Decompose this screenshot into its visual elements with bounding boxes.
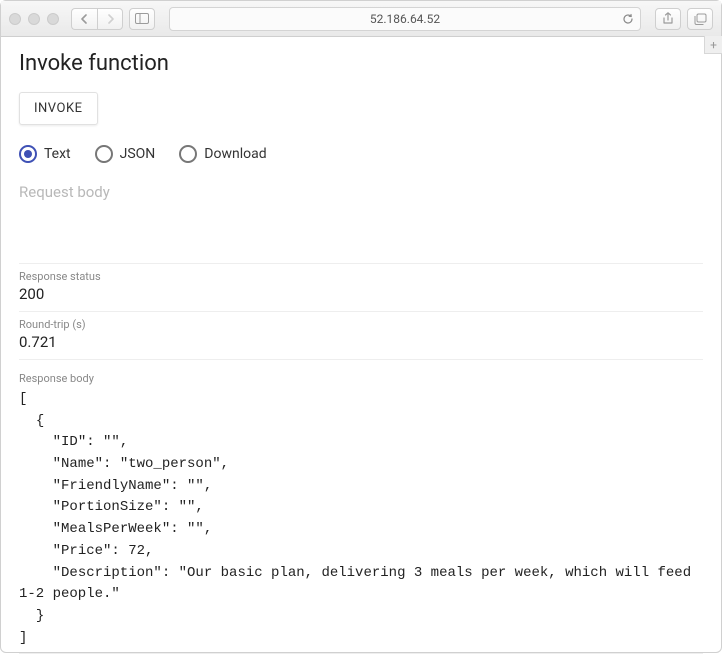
response-status-field: Response status 200 bbox=[19, 263, 703, 303]
response-body-label: Response body bbox=[19, 366, 703, 385]
radio-label: Text bbox=[44, 146, 71, 162]
radio-icon bbox=[19, 145, 37, 163]
radio-icon bbox=[95, 145, 113, 163]
radio-icon bbox=[179, 145, 197, 163]
page-title: Invoke function bbox=[19, 51, 703, 76]
radio-download[interactable]: Download bbox=[179, 145, 266, 163]
reload-icon[interactable] bbox=[622, 13, 634, 25]
close-window-icon[interactable] bbox=[9, 13, 21, 25]
minimize-window-icon[interactable] bbox=[28, 13, 40, 25]
sidebar-toggle-button[interactable] bbox=[129, 8, 155, 30]
tabs-button[interactable] bbox=[687, 8, 713, 30]
radio-label: JSON bbox=[120, 146, 156, 162]
format-radio-group: Text JSON Download bbox=[19, 145, 703, 163]
radio-json[interactable]: JSON bbox=[95, 145, 156, 163]
roundtrip-field: Round-trip (s) 0.721 bbox=[19, 318, 703, 351]
radio-text[interactable]: Text bbox=[19, 145, 71, 163]
response-body-value: [ { "ID": "", "Name": "two_person", "Fri… bbox=[19, 389, 703, 654]
request-body-input[interactable]: Request body bbox=[19, 181, 703, 203]
zoom-window-icon[interactable] bbox=[47, 13, 59, 25]
nav-group bbox=[71, 8, 123, 30]
toolbar-right bbox=[655, 8, 713, 30]
radio-label: Download bbox=[204, 146, 266, 162]
address-text: 52.186.64.52 bbox=[370, 12, 440, 26]
browser-toolbar: 52.186.64.52 bbox=[1, 1, 721, 37]
response-status-label: Response status bbox=[19, 270, 703, 283]
forward-button[interactable] bbox=[97, 8, 123, 30]
roundtrip-value: 0.721 bbox=[19, 333, 703, 351]
roundtrip-label: Round-trip (s) bbox=[19, 318, 703, 331]
back-button[interactable] bbox=[71, 8, 97, 30]
share-button[interactable] bbox=[655, 8, 681, 30]
address-bar[interactable]: 52.186.64.52 bbox=[169, 7, 641, 31]
invoke-button[interactable]: INVOKE bbox=[19, 92, 98, 125]
response-status-value: 200 bbox=[19, 285, 703, 303]
window-controls bbox=[9, 13, 59, 25]
page-content: Invoke function INVOKE Text JSON Downloa… bbox=[1, 37, 721, 660]
